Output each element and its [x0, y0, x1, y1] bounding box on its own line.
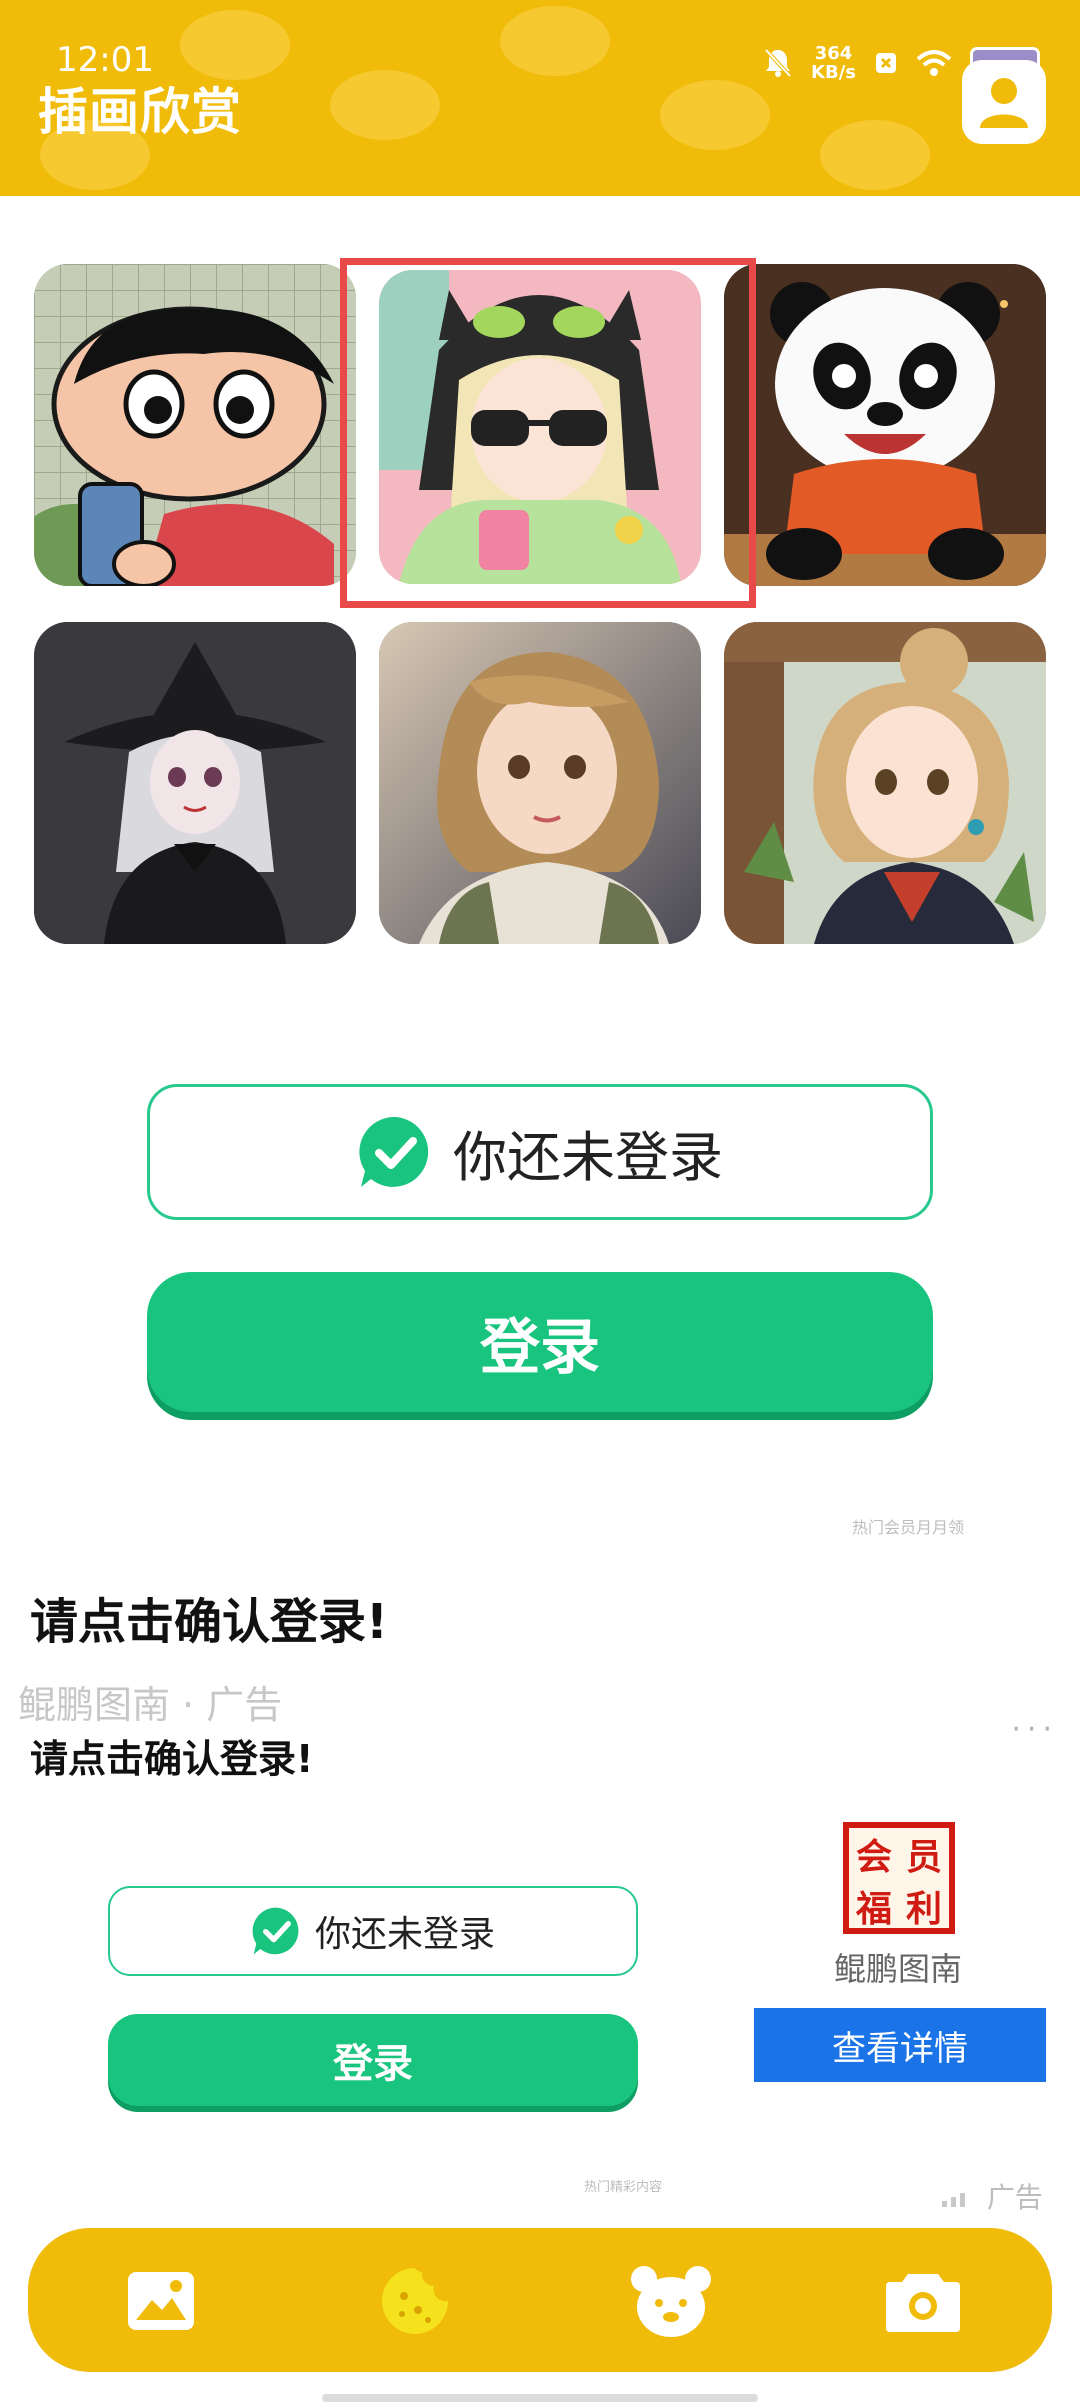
net-speed-value: 364: [814, 43, 853, 64]
selected-tile-highlight: [340, 258, 756, 608]
ad-login-button[interactable]: 登录: [108, 2014, 638, 2106]
witch-girl-illustration: [34, 622, 356, 944]
gallery-tile-crayon-boy[interactable]: [34, 264, 356, 586]
bun-hair-girl-illustration: [724, 622, 1046, 944]
header-decoration: [500, 6, 610, 76]
short-hair-girl-illustration: [379, 622, 701, 944]
header-decoration: [660, 80, 770, 150]
ad-login-status-box: 你还未登录: [108, 1886, 638, 1976]
badge-char: 利: [905, 1889, 942, 1930]
ad-tiny-text-bottom: 热门精彩内容: [584, 2180, 663, 2195]
panda-illustration: [724, 264, 1046, 586]
header-decoration: [180, 10, 290, 80]
signal-icon: [942, 2193, 965, 2207]
badge-char: 员: [905, 1837, 942, 1878]
cookie-icon: [382, 2268, 448, 2334]
ad-sponsor-faded: 鲲鹏图南 · 广告: [18, 1683, 283, 1727]
nav-item-gallery[interactable]: [116, 2256, 206, 2346]
badge-inner: 会 员 福 利: [849, 1828, 949, 1930]
crayon-boy-illustration: [34, 264, 356, 586]
check-bubble-icon: [359, 1116, 429, 1187]
ad-login-status-text: 你还未登录: [314, 1914, 495, 1955]
ad-heading-2: 请点击确认登录!: [30, 1737, 314, 1781]
page-title: 插画欣赏: [38, 83, 242, 141]
badge-char: 会: [855, 1837, 892, 1878]
nav-item-cookie[interactable]: [370, 2256, 460, 2346]
wifi-icon: [916, 50, 952, 76]
ad-label-text: 广告: [986, 2181, 1043, 2214]
nav-item-camera[interactable]: [878, 2256, 968, 2346]
check-bubble-icon: [252, 1907, 299, 1955]
member-benefit-badge: 会 员 福 利: [843, 1822, 955, 1934]
ad-advertiser-name: 鲲鹏图南: [833, 1950, 962, 1988]
gallery-tile-short-hair-girl[interactable]: [379, 622, 701, 944]
ad-tiny-text: 热门会员月月领: [852, 1518, 965, 1537]
image-icon: [128, 2272, 194, 2330]
user-avatar-button[interactable]: [962, 60, 1046, 144]
ad-label: 广告: [940, 2176, 1043, 2216]
login-status-box: 你还未登录: [147, 1084, 933, 1220]
ad-heading: 请点击确认登录!: [30, 1594, 388, 1650]
camera-icon: [886, 2274, 960, 2332]
gallery-tile-panda[interactable]: [724, 264, 1046, 586]
gallery-tile-witch-girl[interactable]: [34, 622, 356, 944]
login-status-text: 你还未登录: [453, 1125, 723, 1189]
mute-bell-icon: [764, 48, 792, 78]
nav-item-bear[interactable]: [626, 2256, 716, 2346]
gallery-tile-bun-hair-girl[interactable]: [724, 622, 1046, 944]
bear-icon: [631, 2266, 711, 2337]
user-avatar-icon: [980, 78, 1028, 128]
badge-char: 福: [855, 1889, 892, 1930]
home-indicator[interactable]: [322, 2394, 758, 2402]
view-details-button[interactable]: 查看详情: [754, 2008, 1046, 2082]
ad-more-button[interactable]: ···: [1011, 1712, 1058, 1747]
app-header: 12:01 插画欣赏 364 KB/s: [0, 0, 1080, 196]
header-decoration: [330, 70, 440, 140]
header-decoration: [820, 120, 930, 190]
bottom-nav: [28, 2228, 1052, 2372]
sim-off-icon: [876, 53, 896, 73]
net-speed-unit: KB/s: [811, 62, 856, 83]
login-button[interactable]: 登录: [147, 1272, 933, 1412]
net-speed: 364 KB/s: [811, 44, 856, 82]
